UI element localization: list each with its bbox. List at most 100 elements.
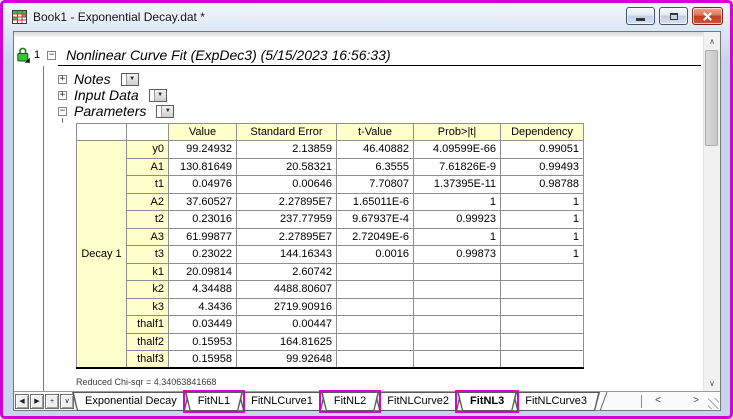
table-cell[interactable]: 1 <box>500 192 584 211</box>
table-cell[interactable] <box>336 262 414 281</box>
column-header[interactable]: t-Value <box>336 123 414 141</box>
tab-prev-button[interactable]: ◀ <box>15 393 29 409</box>
table-cell[interactable] <box>336 332 414 351</box>
table-cell[interactable]: 0.03449 <box>168 315 237 334</box>
table-cell[interactable]: 0.15958 <box>168 350 237 369</box>
table-cell[interactable]: 7.70807 <box>336 175 414 194</box>
close-button[interactable] <box>692 7 723 25</box>
table-cell[interactable]: 0.99493 <box>500 157 584 176</box>
expand-toggle-input-data[interactable]: + <box>58 90 67 100</box>
table-cell[interactable]: 4.09599E-66 <box>413 140 501 159</box>
table-cell[interactable] <box>413 297 501 316</box>
table-cell[interactable] <box>413 315 501 334</box>
table-cell[interactable] <box>413 350 501 369</box>
scrollbar-thumb[interactable] <box>705 50 718 146</box>
table-cell[interactable]: 0.98788 <box>500 175 584 194</box>
section-dropdown-input-data[interactable]: ▼ <box>148 88 167 102</box>
table-cell[interactable]: 4.34488 <box>168 280 237 299</box>
table-cell[interactable]: 1 <box>500 210 584 229</box>
table-cell[interactable]: 4488.80607 <box>236 280 337 299</box>
table-cell[interactable]: 130.81649 <box>168 157 237 176</box>
table-cell[interactable] <box>500 332 584 351</box>
table-cell[interactable] <box>336 297 414 316</box>
tab-next-button[interactable]: ▶ <box>30 393 44 409</box>
title-bar[interactable]: Book1 - Exponential Decay.dat * <box>3 3 730 31</box>
table-cell[interactable]: 2719.90916 <box>236 297 337 316</box>
table-cell[interactable] <box>413 262 501 281</box>
param-name-cell[interactable]: k2 <box>126 280 169 299</box>
scroll-down-button[interactable]: ∨ <box>704 375 720 391</box>
param-name-cell[interactable]: thalf1 <box>126 315 169 334</box>
table-cell[interactable] <box>413 332 501 351</box>
column-header[interactable]: Dependency <box>500 123 584 141</box>
table-cell[interactable]: 0.99051 <box>500 140 584 159</box>
table-cell[interactable]: 0.99873 <box>413 245 501 264</box>
table-cell[interactable]: 99.92648 <box>236 350 337 369</box>
table-cell[interactable] <box>500 262 584 281</box>
table-cell[interactable]: 0.0016 <box>336 245 414 264</box>
param-name-cell[interactable]: t1 <box>126 175 169 194</box>
table-cell[interactable]: 9.67937E-4 <box>336 210 414 229</box>
table-cell[interactable]: 2.27895E7 <box>236 192 337 211</box>
expand-toggle-notes[interactable]: + <box>58 74 67 84</box>
table-cell[interactable]: 0.04976 <box>168 175 237 194</box>
table-cell[interactable]: 1 <box>413 192 501 211</box>
table-cell[interactable] <box>336 315 414 334</box>
tab-exponential-decay[interactable]: Exponential Decay <box>72 392 190 411</box>
param-name-cell[interactable]: thalf2 <box>126 332 169 351</box>
tab-fitnl1[interactable]: FitNL1 <box>182 390 246 413</box>
collapse-toggle-report[interactable]: − <box>47 50 57 60</box>
tab-fitnlcurve2[interactable]: FitNLCurve2 <box>374 392 462 411</box>
table-cell[interactable]: 6.3555 <box>336 157 414 176</box>
table-cell[interactable]: 4.3436 <box>168 297 237 316</box>
param-name-cell[interactable]: A2 <box>126 192 169 211</box>
table-cell[interactable]: 20.58321 <box>236 157 337 176</box>
table-cell[interactable]: 99.24932 <box>168 140 237 159</box>
table-cell[interactable]: 2.13859 <box>236 140 337 159</box>
param-name-cell[interactable]: A3 <box>126 227 169 246</box>
column-header[interactable] <box>76 123 127 141</box>
table-cell[interactable] <box>413 280 501 299</box>
table-cell[interactable]: 7.61826E-9 <box>413 157 501 176</box>
restore-button[interactable] <box>659 7 688 25</box>
tab-fitnlcurve3[interactable]: FitNLCurve3 <box>512 392 600 411</box>
table-cell[interactable]: 2.72049E-6 <box>336 227 414 246</box>
param-name-cell[interactable]: k1 <box>126 262 169 281</box>
tab-fitnl2[interactable]: FitNL2 <box>318 390 382 413</box>
table-cell[interactable] <box>500 280 584 299</box>
tab-fitnlcurve1[interactable]: FitNLCurve1 <box>238 392 326 411</box>
vertical-scrollbar[interactable]: ∧ ∨ <box>703 32 720 391</box>
table-cell[interactable]: 37.60527 <box>168 192 237 211</box>
table-cell[interactable]: 20.09814 <box>168 262 237 281</box>
expand-toggle-parameters[interactable]: − <box>58 106 67 116</box>
add-sheet-button[interactable]: + <box>45 393 59 409</box>
tab-scroll-left-button[interactable]: < <box>650 392 666 410</box>
table-cell[interactable]: 0.00447 <box>236 315 337 334</box>
table-cell[interactable]: 1.65011E-6 <box>336 192 414 211</box>
param-name-cell[interactable]: A1 <box>126 157 169 176</box>
param-name-cell[interactable]: thalf3 <box>126 350 169 369</box>
column-header[interactable]: Value <box>168 123 237 141</box>
table-cell[interactable] <box>500 315 584 334</box>
param-name-cell[interactable]: y0 <box>126 140 169 159</box>
lock-icon[interactable] <box>16 47 30 63</box>
table-cell[interactable]: 164.81625 <box>236 332 337 351</box>
column-header[interactable]: Standard Error <box>236 123 337 141</box>
table-cell[interactable]: 0.99923 <box>413 210 501 229</box>
param-name-cell[interactable]: t3 <box>126 245 169 264</box>
table-cell[interactable]: 61.99877 <box>168 227 237 246</box>
tab-fitnl3[interactable]: FitNL3 <box>455 390 520 413</box>
column-header[interactable] <box>126 123 169 141</box>
table-cell[interactable]: 0.23016 <box>168 210 237 229</box>
table-cell[interactable]: 1 <box>500 227 584 246</box>
tab-scroll-right-button[interactable]: > <box>688 392 704 410</box>
table-cell[interactable]: 2.27895E7 <box>236 227 337 246</box>
table-cell[interactable]: 144.16343 <box>236 245 337 264</box>
param-name-cell[interactable]: t2 <box>126 210 169 229</box>
resize-grip[interactable] <box>708 398 719 409</box>
table-cell[interactable]: 1 <box>413 227 501 246</box>
section-dropdown-parameters[interactable]: ▼ <box>156 104 175 118</box>
table-cell[interactable]: 0.15953 <box>168 332 237 351</box>
table-cell[interactable]: 0.23022 <box>168 245 237 264</box>
minimize-button[interactable] <box>626 7 655 25</box>
